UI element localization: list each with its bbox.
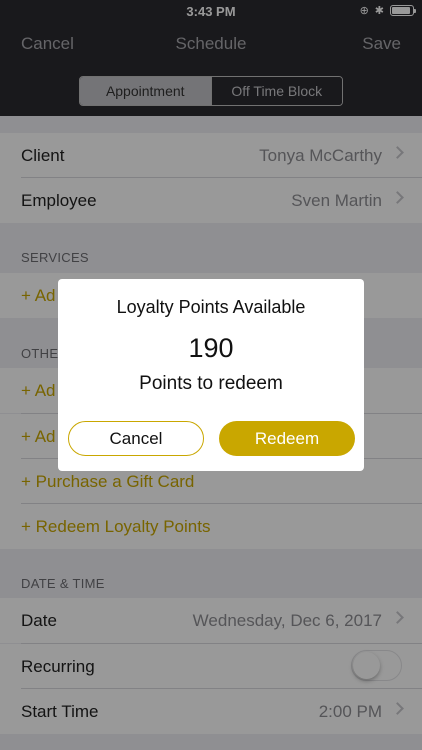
points-value: 190 [188, 333, 234, 363]
dialog-title: Loyalty Points Available [116, 297, 306, 317]
points-subtitle: Points to redeem [139, 373, 283, 394]
dialog-redeem-button[interactable]: Redeem [219, 421, 355, 456]
loyalty-points-dialog: Loyalty Points Available 190 Points to r… [58, 279, 364, 471]
dialog-cancel-button[interactable]: Cancel [68, 421, 204, 456]
